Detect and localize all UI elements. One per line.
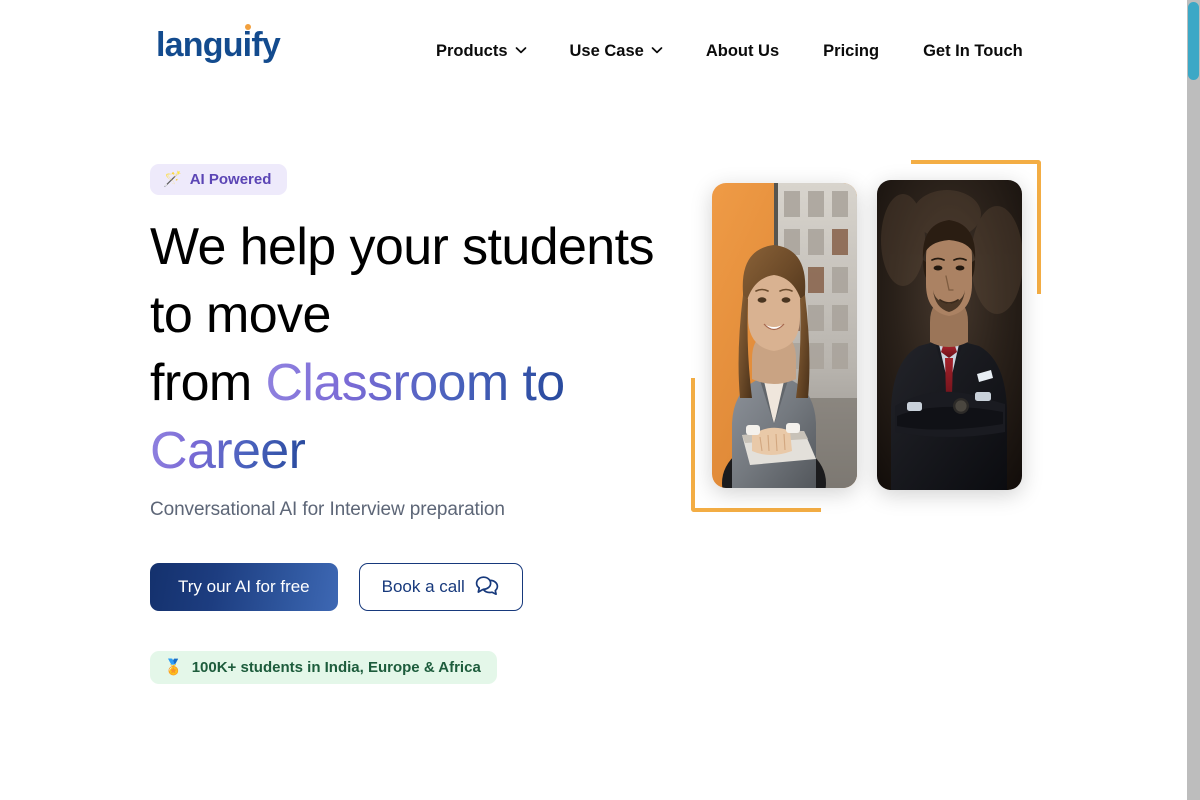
secondary-cta-label: Book a call [381,577,465,596]
ai-powered-badge: 🪄 AI Powered [150,164,288,195]
headline-line-3-highlight: Classroom to [265,354,565,412]
page-title: We help your students to move from Class… [150,213,710,485]
nav-item-label: Products [436,42,508,60]
students-count-badge-label: 100K+ students in India, Europe & Africa [191,659,481,676]
book-a-call-button[interactable]: Book a call [358,563,523,611]
hero-subtitle: Conversational AI for Interview preparat… [150,499,505,520]
chevron-down-icon [651,44,663,55]
nav-item-get-in-touch[interactable]: Get In Touch [901,36,1045,67]
chat-bubbles-icon [474,574,500,601]
hero-content: 🪄 AI Powered We help your students to mo… [150,164,710,684]
logo-text-part2: fy [251,26,280,64]
nav-item-about-us[interactable]: About Us [684,36,801,67]
logo-text-part1: langu [156,26,243,64]
brand-logo[interactable]: languify [156,24,281,64]
nav-item-label: Pricing [823,42,880,60]
nav-item-label: Use Case [569,42,644,60]
try-our-ai-for-free-button[interactable]: Try our AI for free [150,563,338,611]
hero-media [680,150,1080,550]
landing-page: languify Products Use Case About Us Pric… [0,0,1200,800]
headline-line-1: We help your students [150,218,654,276]
hero-photo-student [712,183,857,488]
medal-icon: 🏅 [164,659,183,676]
headline-line-2: to move [150,286,331,344]
magic-wand-icon: 🪄 [163,171,182,188]
nav-item-use-case[interactable]: Use Case [548,36,684,67]
nav-item-products[interactable]: Products [414,36,548,67]
cta-button-row: Try our AI for free Book a call [150,563,710,611]
logo-text-i: i [242,26,252,64]
ai-powered-badge-label: AI Powered [189,171,272,188]
chevron-down-icon [515,44,526,55]
site-header: languify Products Use Case About Us Pric… [0,0,1187,104]
primary-cta-label: Try our AI for free [178,577,310,596]
nav-item-label: About Us [705,42,780,60]
headline-line-3-plain: from [150,354,266,412]
nav-item-pricing[interactable]: Pricing [801,36,901,67]
students-count-badge: 🏅 100K+ students in India, Europe & Afri… [150,651,497,684]
page-scrollbar-track[interactable] [1187,0,1200,800]
hero-photo-professional [877,180,1022,490]
headline-line-4-highlight: Career [150,422,306,480]
primary-navigation: Products Use Case About Us Pricing Get I… [414,36,1045,67]
nav-item-label: Get In Touch [923,42,1023,60]
logo-dotted-i: i [242,24,252,64]
page-scrollbar-thumb[interactable] [1188,2,1199,80]
